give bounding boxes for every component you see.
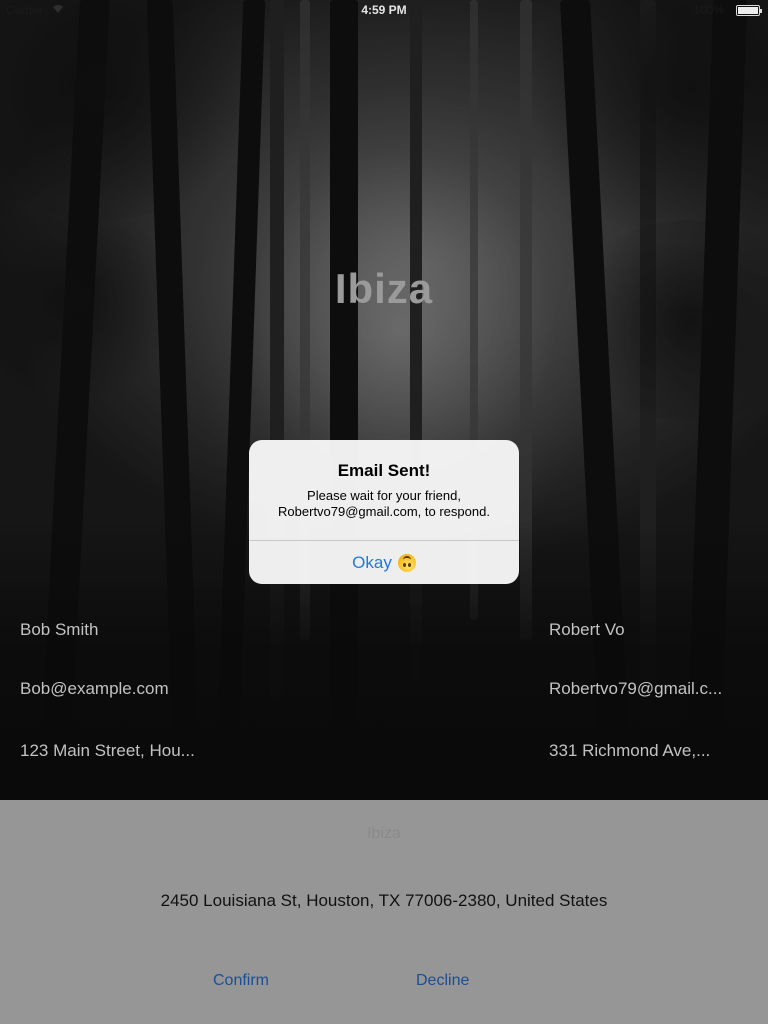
alert-message-line-2: Robertvo79@gmail.com, to respond. — [278, 504, 490, 519]
location-address: 2450 Louisiana St, Houston, TX 77006-238… — [160, 891, 608, 910]
confirm-button[interactable]: Confirm — [213, 972, 269, 990]
battery-percent: 100% — [693, 3, 724, 17]
email-sent-alert: Email Sent! Please wait for your friend,… — [249, 440, 519, 584]
friend-address: 331 Richmond Ave,... — [549, 741, 711, 760]
battery-icon — [736, 5, 762, 16]
sender-name: Bob Smith — [20, 620, 99, 639]
location-sheet: Ibiza 2450 Louisiana St, Houston, TX 770… — [0, 800, 768, 1024]
alert-title: Email Sent! — [337, 461, 431, 480]
sender-email: Bob@example.com — [20, 679, 169, 698]
status-bar: Carrier 4:59 PM 100% — [0, 0, 768, 20]
alert-message-line-1: Please wait for your friend, — [307, 488, 461, 503]
friend-name: Robert Vo — [549, 620, 625, 639]
upside-down-face-icon — [397, 553, 416, 572]
okay-button-label: Okay — [352, 552, 392, 572]
alert-message: Please wait for your friend, Robertvo79@… — [261, 488, 507, 520]
decline-button[interactable]: Decline — [416, 972, 469, 990]
sender-address: 123 Main Street, Hou... — [20, 741, 195, 760]
hero-title: Ibiza — [334, 265, 434, 312]
sheet-title: Ibiza — [367, 825, 401, 842]
friend-email: Robertvo79@gmail.c... — [549, 679, 723, 698]
status-time: 4:59 PM — [361, 3, 407, 17]
okay-button[interactable]: Okay — [249, 541, 519, 584]
